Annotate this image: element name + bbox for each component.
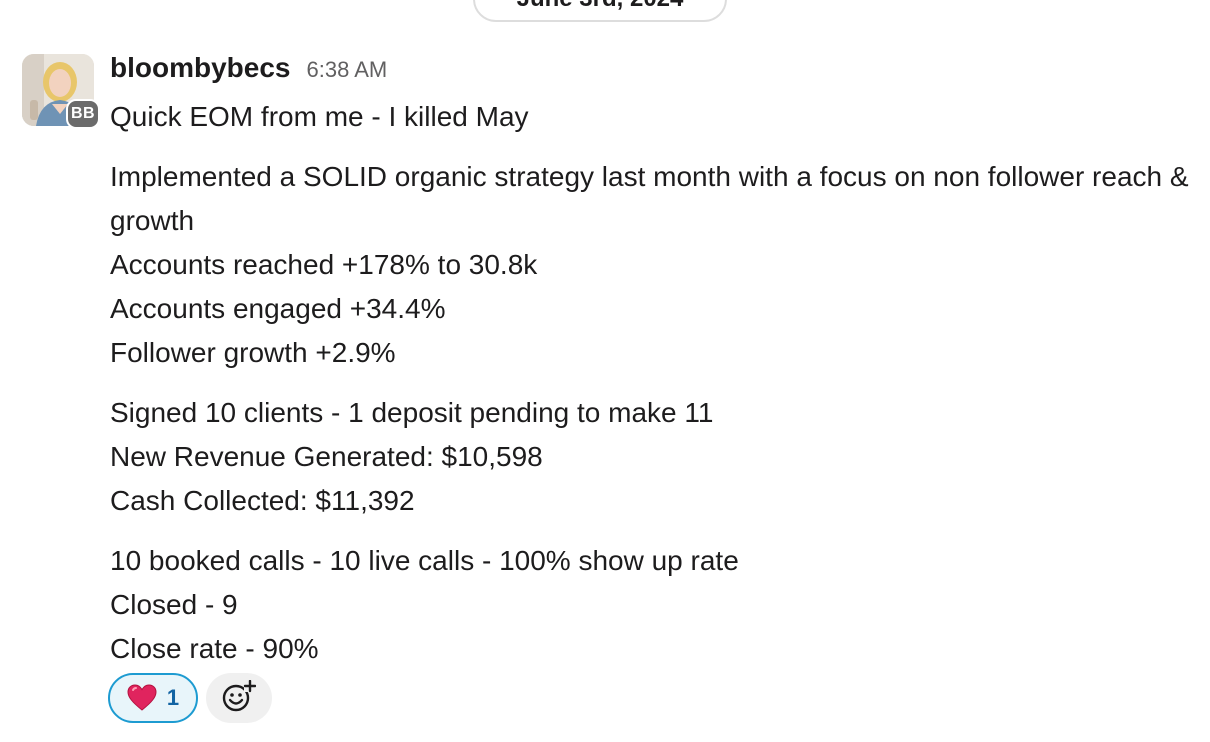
user-initials-badge: BB bbox=[66, 99, 100, 129]
red-heart-icon bbox=[127, 684, 157, 712]
slack-message-view: June 3rd, 2024 BB bloombybecs 6:38 AM Qu… bbox=[0, 0, 1210, 742]
message-line: Implemented a SOLID organic strategy las… bbox=[110, 161, 1189, 236]
message-line: Close rate - 90% bbox=[110, 633, 319, 664]
message-line: Quick EOM from me - I killed May bbox=[110, 101, 529, 132]
message-line: Closed - 9 bbox=[110, 589, 238, 620]
add-reaction-button[interactable] bbox=[206, 673, 272, 723]
message-line: Signed 10 clients - 1 deposit pending to… bbox=[110, 397, 714, 428]
message-line: Accounts reached +178% to 30.8k bbox=[110, 249, 538, 280]
timestamp[interactable]: 6:38 AM bbox=[306, 57, 387, 83]
message-line: Accounts engaged +34.4% bbox=[110, 293, 446, 324]
message-line: Follower growth +2.9% bbox=[110, 337, 396, 368]
date-divider-label: June 3rd, 2024 bbox=[517, 0, 684, 13]
message-body: Quick EOM from me - I killed May Impleme… bbox=[110, 95, 1190, 671]
reactions-bar: 1 bbox=[108, 673, 272, 723]
reaction-heart-button[interactable]: 1 bbox=[108, 673, 198, 723]
message-header: bloombybecs 6:38 AM bbox=[110, 52, 387, 84]
add-emoji-icon bbox=[222, 679, 257, 717]
username[interactable]: bloombybecs bbox=[110, 52, 290, 84]
message-line: Cash Collected: $11,392 bbox=[110, 485, 415, 516]
message-line: 10 booked calls - 10 live calls - 100% s… bbox=[110, 545, 739, 576]
reaction-count: 1 bbox=[166, 685, 180, 710]
date-divider[interactable]: June 3rd, 2024 bbox=[473, 0, 727, 22]
message-line: New Revenue Generated: $10,598 bbox=[110, 441, 543, 472]
